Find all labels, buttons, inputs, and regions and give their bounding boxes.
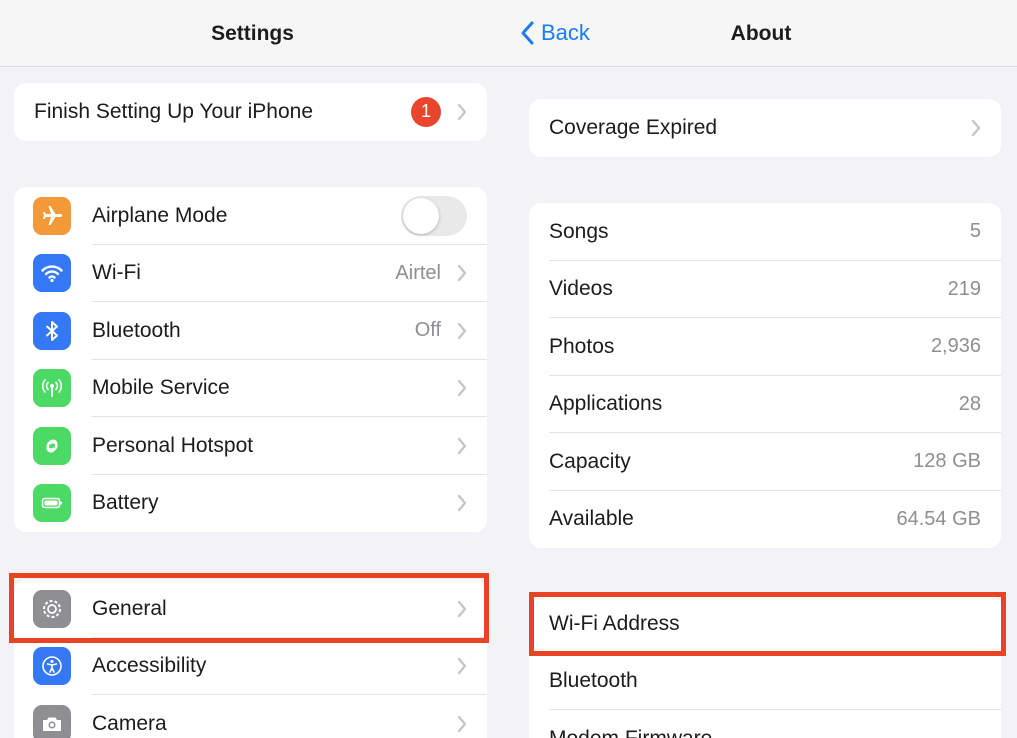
antenna-icon xyxy=(33,369,71,408)
settings-row-label: General xyxy=(92,596,167,620)
network-group: Wi-Fi Address Bluetooth Modem Firmware xyxy=(529,595,1001,738)
toggle-knob xyxy=(403,197,439,234)
settings-row-personal-hotspot[interactable]: Personal Hotspot xyxy=(14,417,487,475)
bluetooth-icon xyxy=(33,311,71,350)
page-title: About xyxy=(730,22,792,45)
about-row-label: Capacity xyxy=(549,449,631,473)
chevron-right-icon xyxy=(457,715,467,732)
chevron-right-icon xyxy=(457,437,467,454)
about-row-songs: Songs 5 xyxy=(529,203,1001,261)
about-navbar: Back About xyxy=(505,0,1017,67)
setup-group: Finish Setting Up Your iPhone 1 xyxy=(14,83,487,141)
about-row-photos: Photos 2,936 xyxy=(529,318,1001,376)
chevron-right-icon xyxy=(971,119,981,136)
about-row-label: Videos xyxy=(549,277,613,301)
about-row-label: Bluetooth xyxy=(549,669,638,693)
finish-setup-label: Finish Setting Up Your iPhone xyxy=(34,99,314,123)
settings-row-label: Accessibility xyxy=(92,654,207,678)
finish-setup-row[interactable]: Finish Setting Up Your iPhone 1 xyxy=(14,83,487,141)
camera-icon xyxy=(33,704,71,738)
about-row-bluetooth[interactable]: Bluetooth xyxy=(529,653,1001,710)
settings-row-general[interactable]: General xyxy=(14,580,487,638)
about-row-label: Available xyxy=(549,507,634,531)
about-row-value: 5 xyxy=(969,220,981,243)
settings-row-accessibility[interactable]: Accessibility xyxy=(14,638,487,695)
settings-row-camera[interactable]: Camera xyxy=(14,695,487,738)
airplane-icon xyxy=(33,196,71,235)
about-row-value: 2,936 xyxy=(930,335,981,358)
settings-row-wifi[interactable]: Wi-Fi Airtel xyxy=(14,245,487,302)
settings-row-mobile-service[interactable]: Mobile Service xyxy=(14,360,487,417)
about-row-label: Wi-Fi Address xyxy=(549,611,680,635)
about-row-wifi-address[interactable]: Wi-Fi Address xyxy=(529,595,1001,653)
settings-row-label: Battery xyxy=(92,491,159,515)
hotspot-icon xyxy=(33,426,71,465)
coverage-row[interactable]: Coverage Expired xyxy=(529,99,1001,157)
settings-navbar: Settings xyxy=(0,0,505,67)
settings-row-label: Mobile Service xyxy=(92,376,230,400)
about-row-modem-firmware[interactable]: Modem Firmware xyxy=(529,710,1001,738)
settings-row-label: Wi-Fi xyxy=(92,261,141,285)
about-row-value: 28 xyxy=(958,392,981,415)
page-title: Settings xyxy=(211,22,294,45)
about-row-value: 64.54 GB xyxy=(896,507,981,530)
chevron-right-icon xyxy=(457,380,467,397)
about-row-videos: Videos 219 xyxy=(529,261,1001,318)
settings-row-label: Camera xyxy=(92,711,167,735)
stats-group: Songs 5 Videos 219 Photos 2,936 Applicat… xyxy=(529,203,1001,548)
settings-row-label: Bluetooth xyxy=(92,318,181,342)
about-pane: Back About Coverage Expired Songs 5 Vide… xyxy=(505,0,1017,738)
about-row-capacity: Capacity 128 GB xyxy=(529,433,1001,491)
settings-row-battery[interactable]: Battery xyxy=(14,475,487,533)
settings-row-label: Airplane Mode xyxy=(92,203,228,227)
about-row-label: Songs xyxy=(549,219,609,243)
chevron-right-icon xyxy=(457,103,467,120)
about-row-value: 219 xyxy=(947,277,981,300)
settings-row-airplane-mode[interactable]: Airplane Mode xyxy=(14,187,487,245)
chevron-right-icon xyxy=(457,322,467,339)
accessibility-icon xyxy=(33,647,71,686)
chevron-right-icon xyxy=(457,265,467,282)
battery-icon xyxy=(33,484,71,523)
about-row-available: Available 64.54 GB xyxy=(529,491,1001,549)
about-row-applications: Applications 28 xyxy=(529,376,1001,433)
settings-row-bluetooth[interactable]: Bluetooth Off xyxy=(14,302,487,360)
about-row-label: Photos xyxy=(549,334,615,358)
coverage-group: Coverage Expired xyxy=(529,99,1001,157)
about-row-label: Applications xyxy=(549,392,663,416)
chevron-right-icon xyxy=(457,658,467,675)
coverage-label: Coverage Expired xyxy=(549,115,718,139)
chevron-right-icon xyxy=(457,495,467,512)
airplane-mode-toggle[interactable] xyxy=(401,195,467,236)
about-row-value: 128 GB xyxy=(913,450,981,473)
wifi-network-value: Airtel xyxy=(395,261,441,284)
wifi-icon xyxy=(33,254,71,293)
bluetooth-status-value: Off xyxy=(414,319,441,342)
chevron-right-icon xyxy=(457,600,467,617)
about-row-label: Modem Firmware xyxy=(549,727,712,738)
connectivity-group: Airplane Mode Wi-Fi Airtel Bluetooth Off xyxy=(14,187,487,532)
notification-badge: 1 xyxy=(411,96,441,127)
settings-row-label: Personal Hotspot xyxy=(92,433,254,457)
system-group: General Accessibility Camera xyxy=(14,580,487,738)
settings-pane: Settings Finish Setting Up Your iPhone 1… xyxy=(0,0,505,738)
gear-icon xyxy=(33,589,71,628)
